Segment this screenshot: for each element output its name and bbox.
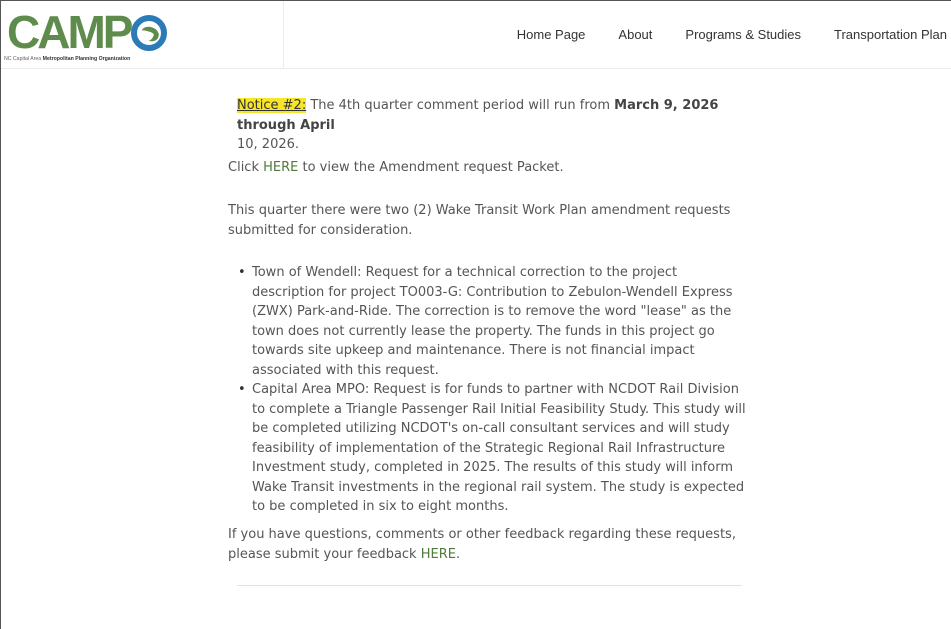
logo[interactable]: CAMP NC Capital Area Metropolitan Planni… [1,1,284,68]
main-nav: Home Page About Programs & Studies Trans… [484,1,947,68]
bullet-icon: • [238,265,246,280]
nav-transportation-plan[interactable]: Transportation Plan [834,27,947,42]
intro-paragraph: This quarter there were two (2) Wake Tra… [228,203,731,238]
site-header: CAMP NC Capital Area Metropolitan Planni… [1,1,951,69]
feedback-paragraph: If you have questions, comments or other… [228,527,736,562]
notice-label: Notice #2: [237,98,307,113]
requests-list: • Town of Wendell: Request for a technica… [228,263,750,517]
notice-paragraph: Notice #2: The 4th quarter comment perio… [237,98,719,152]
nav-home[interactable]: Home Page [517,27,586,42]
bullet-icon: • [238,382,246,397]
nav-about[interactable]: About [618,27,652,42]
logo-wordmark: CAMP [7,6,168,58]
list-item: • Town of Wendell: Request for a technica… [238,265,733,378]
packet-paragraph: Click HERE to view the Amendment request… [228,160,564,175]
logo-o-icon [131,15,168,51]
divider [237,585,742,586]
nav-programs-studies[interactable]: Programs & Studies [685,27,801,42]
packet-link[interactable]: HERE [263,160,298,175]
list-item: • Capital Area MPO: Request is for funds… [238,382,746,514]
feedback-link[interactable]: HERE [421,547,456,562]
logo-tagline: NC Capital Area Metropolitan Planning Or… [4,56,131,62]
logo-letters: CAMP [7,6,133,58]
